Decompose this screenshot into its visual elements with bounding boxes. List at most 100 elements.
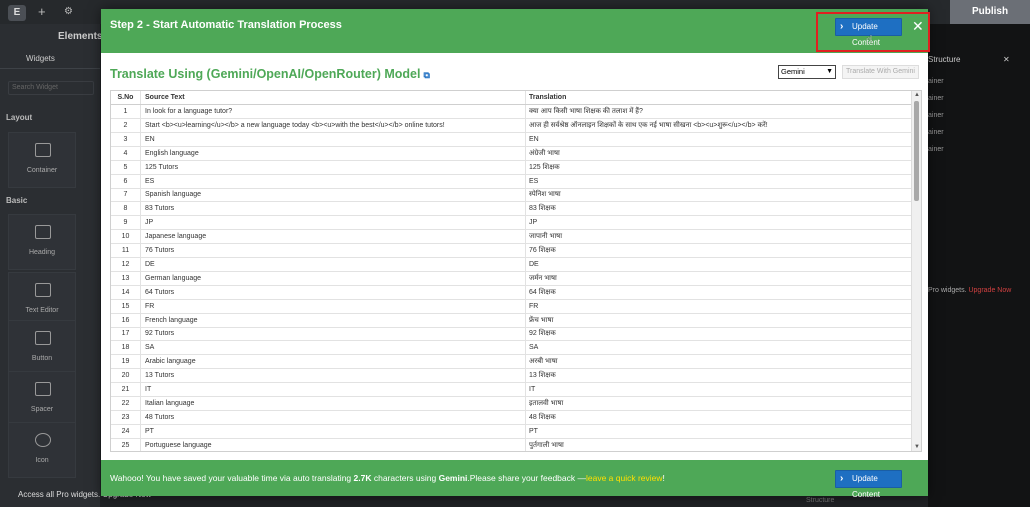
translation-modal: Step 2 - Start Automatic Translation Pro… [101,9,930,499]
row-translation[interactable]: 125 शिक्षक [526,161,911,174]
row-source-text: EN [141,132,526,146]
close-icon[interactable]: ✕ [912,19,924,33]
row-source-text: Italian language [141,396,526,410]
row-translation[interactable]: आज ही सर्वश्रेष्ठ ऑनलाइन शिक्षकों के साथ… [526,119,911,132]
table-scrollbar[interactable]: ▲ ▼ [911,91,921,451]
row-sno: 6 [111,174,141,188]
row-translation[interactable]: JP [526,216,911,229]
add-icon[interactable]: + [38,5,46,19]
row-translation[interactable]: 13 शिक्षक [526,369,911,382]
row-sno: 15 [111,299,141,313]
row-translation[interactable]: 48 शिक्षक [526,411,911,424]
row-translation[interactable]: अरबी भाषा [526,355,911,368]
elementor-logo-icon[interactable]: E [8,5,26,21]
row-source-text: ES [141,174,526,188]
widget-label: Button [31,355,53,362]
settings-sliders-icon[interactable]: ⚙ [64,5,73,19]
table-row: 23 48 Tutors 48 शिक्षक [111,410,911,425]
chevron-down-icon: ▼ [826,68,833,75]
row-translation[interactable]: 64 शिक्षक [526,286,911,299]
row-translation[interactable]: जापानी भाषा [526,230,911,243]
section-basic[interactable]: Basic [6,196,27,205]
row-sno: 5 [111,160,141,174]
row-translation[interactable]: जर्मन भाषा [526,272,911,285]
row-source-text: 64 Tutors [141,285,526,299]
structure-item[interactable]: ainer [928,146,944,153]
footer-text-after: .Please share your feedback — [467,473,586,483]
translate-with-model-button[interactable]: Translate With Gemini [842,65,919,79]
publish-button[interactable]: Publish [950,0,1030,24]
scroll-down-icon[interactable]: ▼ [914,444,920,450]
row-translation[interactable]: स्पेनिश भाषा [526,188,911,201]
row-source-text: English language [141,146,526,160]
chevron-right-icon: › [840,21,844,32]
structure-close-icon[interactable]: ✕ [1003,55,1010,64]
copy-icon[interactable]: ⧉ [423,70,429,80]
scroll-up-icon[interactable]: ▲ [914,92,920,98]
row-sno: 8 [111,202,141,216]
footer-chars: 2.7K [353,473,372,483]
structure-item[interactable]: ainer [928,78,944,85]
footer-text-before: Wahooo! You have saved your valuable tim… [110,473,354,483]
chevron-right-icon: › [840,473,844,484]
upgrade-link[interactable]: Upgrade Now [968,287,1011,294]
row-source-text: 83 Tutors [141,202,526,216]
widget-button[interactable]: Button [8,320,76,376]
widget-search-input[interactable]: Search Widget [8,81,94,95]
table-row: 15 FR FR [111,299,911,314]
scroll-thumb[interactable] [914,101,919,201]
row-translation[interactable]: इतालवी भाषा [526,397,911,410]
row-source-text: 76 Tutors [141,244,526,257]
table-row: 2 Start <b><u>learning</u></b> a new lang… [111,118,911,133]
row-translation[interactable]: क्या आप किसी भाषा शिक्षक की तलाश में हैं… [526,105,911,118]
widget-icon[interactable]: Icon [8,422,76,478]
section-layout[interactable]: Layout [6,113,32,122]
structure-item[interactable]: ainer [928,129,944,136]
row-translation[interactable]: पुर्तगाली भाषा [526,439,911,451]
row-source-text: 13 Tutors [141,369,526,383]
row-source-text: 125 Tutors [141,160,526,174]
row-sno: 11 [111,244,141,257]
row-source-text: In look for a language tutor? [141,105,526,118]
row-sno: 13 [111,271,141,285]
update-content-button-footer[interactable]: › Update Content [835,470,902,499]
row-source-text: PT [141,424,526,438]
row-sno: 3 [111,132,141,146]
tab-divider [0,68,100,69]
spacer-icon [35,382,51,396]
footer-text-end: ! [662,473,665,483]
model-select[interactable]: Gemini ▼ [778,65,836,79]
tab-widgets[interactable]: Widgets [26,54,55,63]
widget-label: Icon [35,457,49,464]
widget-container[interactable]: Container [8,132,76,188]
row-translation[interactable]: FR [526,300,911,313]
table-row: 7 Spanish language स्पेनिश भाषा [111,188,911,203]
structure-item[interactable]: ainer [928,112,944,119]
row-translation[interactable]: SA [526,341,911,354]
row-sno: 19 [111,355,141,369]
button-icon [35,331,51,345]
row-translation[interactable]: अंग्रेजी भाषा [526,147,911,160]
leave-review-link[interactable]: leave a quick review [586,473,663,483]
row-translation[interactable]: 92 शिक्षक [526,327,911,340]
row-translation[interactable]: DE [526,258,911,271]
model-select-value: Gemini [781,67,805,76]
widget-spacer[interactable]: Spacer [8,371,76,427]
table-row: 10 Japanese language जापानी भाषा [111,230,911,245]
header-translation: Translation [529,94,567,101]
container-icon [35,143,51,157]
pro-text: Pro widgets. [928,287,967,294]
subtitle-text: Translate Using (Gemini/OpenAI/OpenRoute… [110,67,421,81]
row-translation[interactable]: PT [526,425,911,438]
row-translation[interactable]: IT [526,383,911,396]
widget-heading[interactable]: Heading [8,214,76,270]
row-translation[interactable]: EN [526,133,911,146]
star-icon [35,433,51,447]
row-translation[interactable]: फ्रेंच भाषा [526,314,911,327]
row-translation[interactable]: ES [526,175,911,188]
table-row: 8 83 Tutors 83 शिक्षक [111,202,911,217]
structure-item[interactable]: ainer [928,95,944,102]
row-translation[interactable]: 83 शिक्षक [526,202,911,215]
widget-label: Text Editor [25,307,59,314]
row-translation[interactable]: 76 शिक्षक [526,244,911,257]
